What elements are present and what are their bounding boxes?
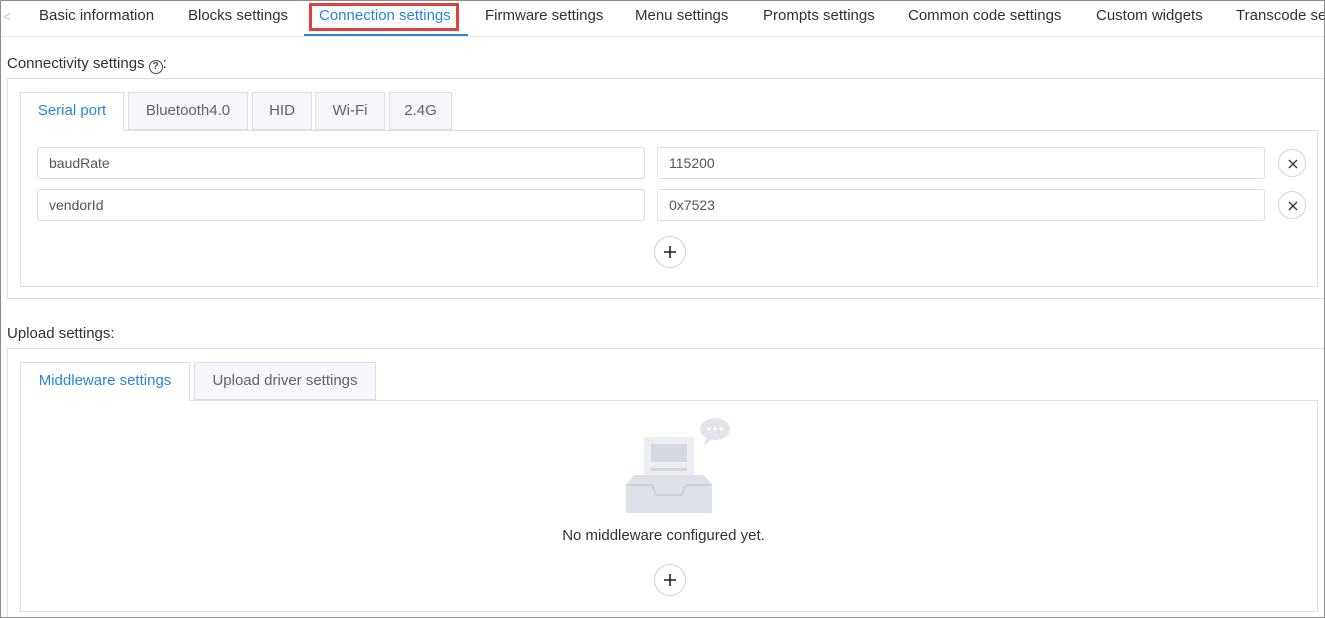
tab-connection-settings[interactable]: Connection settings [309, 1, 459, 36]
add-middleware-button[interactable] [654, 564, 686, 596]
close-icon [1288, 201, 1298, 211]
param-value-input[interactable] [657, 189, 1265, 221]
tab-2-4g[interactable]: 2.4G [389, 92, 452, 130]
tab-prompts-settings[interactable]: Prompts settings [763, 1, 875, 36]
upload-settings-label: Upload settings: [7, 325, 115, 342]
tab-wifi[interactable]: Wi-Fi [315, 92, 385, 130]
top-tab-bar: < Basic information Blocks settings Conn… [1, 1, 1324, 37]
tab-serial-port[interactable]: Serial port [20, 92, 124, 131]
tab-transcode-settings[interactable]: Transcode se [1236, 1, 1324, 36]
upload-settings-title: Upload settings [7, 325, 111, 342]
highlight-box [309, 3, 459, 31]
tab-basic-information[interactable]: Basic information [39, 1, 154, 36]
tab-middleware-settings[interactable]: Middleware settings [20, 362, 190, 401]
param-value-input[interactable] [657, 147, 1265, 179]
close-icon [1288, 159, 1298, 169]
upload-colon: : [110, 325, 115, 342]
tab-hid[interactable]: HID [252, 92, 312, 130]
tab-custom-widgets[interactable]: Custom widgets [1096, 1, 1203, 36]
connectivity-colon: : [162, 55, 167, 72]
tab-firmware-settings[interactable]: Firmware settings [485, 1, 603, 36]
connectivity-panel: Serial port Bluetooth4.0 HID Wi-Fi 2.4G [7, 78, 1324, 299]
tab-menu-settings[interactable]: Menu settings [635, 1, 728, 36]
active-tab-indicator [304, 34, 468, 36]
serial-port-params-panel [20, 130, 1318, 287]
connectivity-settings-label: Connectivity settings?: [7, 55, 167, 74]
plus-icon [664, 246, 676, 258]
add-param-button[interactable] [654, 236, 686, 268]
tab-bluetooth[interactable]: Bluetooth4.0 [128, 92, 248, 130]
remove-param-button[interactable] [1278, 149, 1306, 177]
scroll-left-icon[interactable]: < [3, 10, 13, 24]
help-icon[interactable]: ? [148, 60, 163, 74]
tab-common-code-settings[interactable]: Common code settings [908, 1, 1061, 36]
param-key-input[interactable] [37, 189, 645, 221]
param-key-input[interactable] [37, 147, 645, 179]
remove-param-button[interactable] [1278, 191, 1306, 219]
connectivity-settings-title: Connectivity settings [7, 55, 145, 72]
tab-upload-driver-settings[interactable]: Upload driver settings [194, 362, 376, 400]
empty-inbox-icon [626, 418, 730, 513]
tab-blocks-settings[interactable]: Blocks settings [188, 1, 288, 36]
empty-state-text: No middleware configured yet. [562, 527, 765, 544]
connection-settings-window: < Basic information Blocks settings Conn… [0, 0, 1325, 618]
plus-icon [664, 574, 676, 586]
